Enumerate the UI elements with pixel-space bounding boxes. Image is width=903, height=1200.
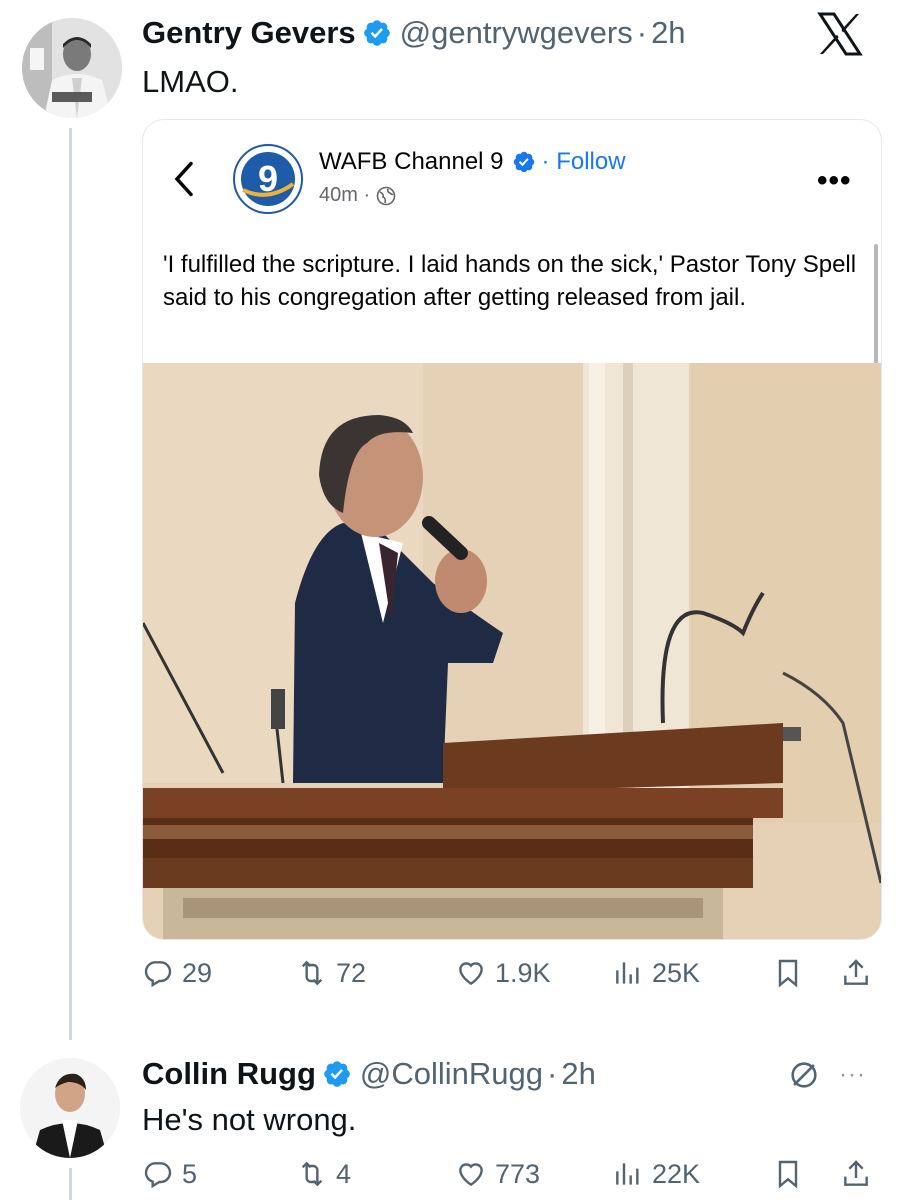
bookmark-button[interactable]: [772, 957, 812, 989]
view-count: 25K: [652, 957, 701, 988]
wafb-logo[interactable]: 9: [233, 144, 303, 214]
share-icon: [844, 959, 868, 985]
tweet-header: Gentry Gevers @gentrywgevers · 2h: [142, 12, 686, 54]
reply-count: 5: [182, 1158, 198, 1189]
handle[interactable]: @CollinRugg: [360, 1056, 543, 1092]
page-name[interactable]: WAFB Channel 9: [319, 148, 504, 176]
thread-connector-line: [69, 128, 72, 1040]
follow-button[interactable]: · Follow: [542, 148, 626, 176]
bookmark-icon: [778, 1160, 798, 1189]
embedded-facebook-post[interactable]: 9 WAFB Channel 9 · Follow 40m · ••• 'I f…: [142, 119, 882, 940]
display-name[interactable]: Collin Rugg: [142, 1056, 316, 1092]
like-button[interactable]: 1.9K: [455, 957, 551, 989]
verified-icon: [513, 151, 534, 173]
reply-icon: [144, 1162, 172, 1189]
post-header: WAFB Channel 9 · Follow: [319, 148, 626, 176]
like-button[interactable]: 773: [455, 1158, 540, 1190]
post-text: 'I fulfilled the scripture. I laid hands…: [163, 251, 857, 311]
tweet-text: LMAO.: [142, 64, 239, 99]
back-chevron-icon[interactable]: [169, 158, 199, 200]
logo-text: 9: [258, 158, 278, 199]
post-time-label: 40m ·: [319, 184, 371, 206]
repost-icon: [301, 1161, 323, 1187]
avatar-photo: [20, 1058, 120, 1158]
handle[interactable]: @gentrywgevers: [400, 15, 633, 51]
post-time: 40m ·: [319, 184, 396, 207]
timestamp[interactable]: 2h: [651, 15, 685, 51]
share-icon: [844, 1160, 868, 1186]
views-button[interactable]: 25K: [612, 957, 700, 989]
more-options-icon[interactable]: ···: [839, 1061, 866, 1089]
tweet-text: He's not wrong.: [142, 1102, 357, 1137]
reply-button[interactable]: 29: [142, 957, 212, 989]
reply-icon: [144, 961, 172, 988]
like-count: 1.9K: [495, 957, 551, 988]
display-name[interactable]: Gentry Gevers: [142, 15, 356, 51]
like-icon: [459, 962, 483, 986]
tweet-actions: 5 4 773 22K: [142, 1158, 882, 1198]
verified-icon: [324, 1061, 350, 1087]
views-icon: [616, 962, 639, 984]
views-icon: [616, 1163, 639, 1185]
view-count: 22K: [652, 1158, 701, 1189]
post-photo[interactable]: [143, 363, 881, 939]
repost-count: 72: [336, 957, 367, 988]
photo-image: [143, 363, 881, 939]
verified-icon: [363, 20, 390, 46]
repost-button[interactable]: 72: [296, 957, 366, 989]
bookmark-icon: [778, 959, 798, 988]
repost-icon: [301, 960, 323, 986]
repost-count: 4: [336, 1158, 352, 1189]
like-count: 773: [495, 1158, 541, 1189]
thread-connector-line-2: [69, 1168, 72, 1200]
separator: ·: [547, 1056, 558, 1091]
separator: ·: [636, 15, 648, 50]
reply-button[interactable]: 5: [142, 1158, 197, 1190]
share-button[interactable]: [840, 957, 880, 989]
tweet-actions: 29 72 1.9K 25K: [142, 957, 882, 997]
like-icon: [459, 1163, 483, 1187]
reply-count: 29: [182, 957, 213, 988]
timestamp[interactable]: 2h: [561, 1056, 595, 1092]
globe-icon: [376, 186, 396, 205]
avatar[interactable]: [20, 1058, 120, 1158]
views-button[interactable]: 22K: [612, 1158, 700, 1190]
tweet-header: Collin Rugg @CollinRugg · 2h: [142, 1053, 596, 1095]
grok-icon[interactable]: [787, 1058, 821, 1092]
tweet-top-icons: ···: [787, 1058, 866, 1092]
more-options-icon[interactable]: •••: [817, 164, 852, 198]
avatar[interactable]: [22, 18, 122, 118]
repost-button[interactable]: 4: [296, 1158, 351, 1190]
share-button[interactable]: [840, 1158, 880, 1190]
bookmark-button[interactable]: [772, 1158, 812, 1190]
avatar-photo: [22, 18, 122, 118]
x-logo-icon[interactable]: [816, 12, 864, 56]
